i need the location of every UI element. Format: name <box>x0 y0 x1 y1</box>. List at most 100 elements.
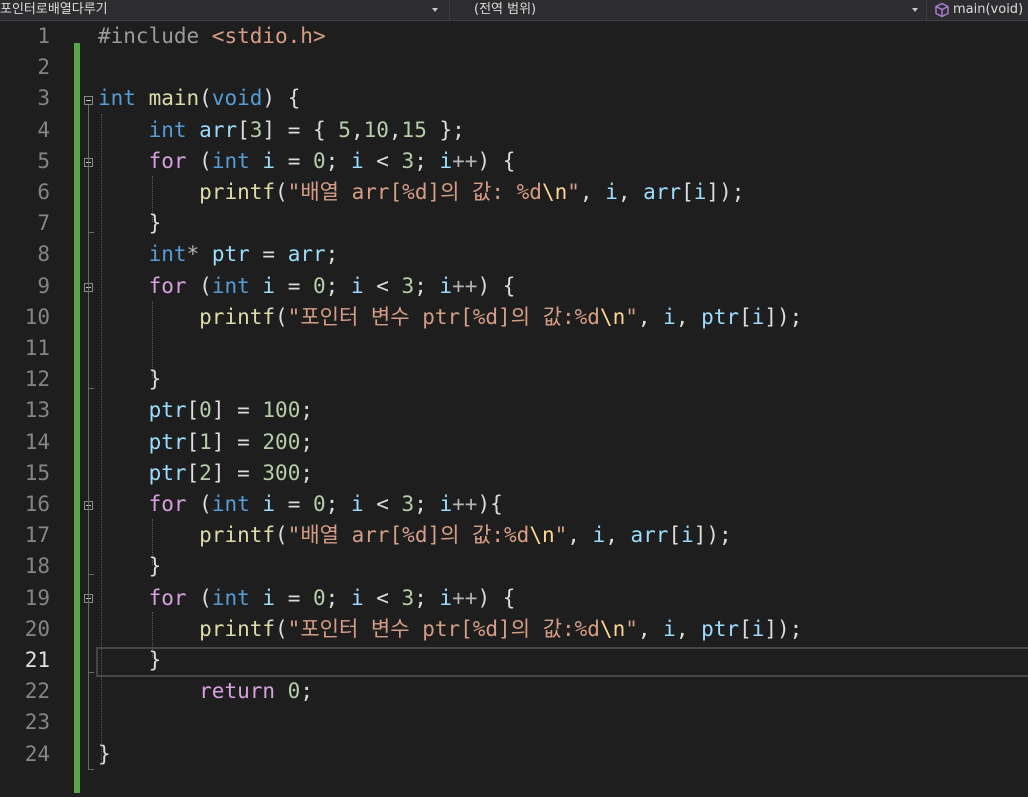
code-line[interactable]: 5 for (int i = 0; i < 3; i++) { <box>0 146 1028 177</box>
code-line[interactable]: 12 } <box>0 364 1028 395</box>
code-text[interactable]: for (int i = 0; i < 3; i++){ <box>98 489 503 520</box>
code-line[interactable]: 4 int arr[3] = { 5,10,15 }; <box>0 115 1028 146</box>
code-token: ; <box>414 585 440 610</box>
code-text[interactable]: printf("포인터 변수 ptr[%d]의 값:%d\n", i, ptr[… <box>98 614 802 645</box>
code-token: 1 <box>199 429 212 454</box>
code-text[interactable]: } <box>98 208 162 239</box>
code-line[interactable]: 24} <box>0 739 1028 770</box>
code-text[interactable]: for (int i = 0; i < 3; i++) { <box>98 583 516 614</box>
code-token: ( <box>275 180 288 204</box>
code-token: }; <box>426 117 465 142</box>
code-token: [ <box>739 616 752 641</box>
code-token: \n <box>541 180 568 204</box>
code-token: for <box>148 492 187 516</box>
code-token: ; <box>300 679 313 704</box>
code-token: ; <box>300 460 313 485</box>
code-text[interactable]: for (int i = 0; i < 3; i++) { <box>98 271 516 302</box>
scope-dropdown[interactable]: (전역 범위) <box>449 0 926 20</box>
code-token: i <box>439 148 453 173</box>
code-token: <stdio.h> <box>211 24 326 48</box>
code-token: ptr <box>701 616 740 641</box>
code-token: i <box>605 180 618 204</box>
code-token: 100 <box>262 398 301 423</box>
code-line[interactable]: 20 printf("포인터 변수 ptr[%d]의 값:%d\n", i, p… <box>0 614 1028 645</box>
code-line[interactable]: 8 int* ptr = arr; <box>0 239 1028 270</box>
code-token: int <box>211 148 250 173</box>
code-token: int <box>98 86 136 111</box>
code-token: ptr <box>701 304 740 329</box>
code-token: ( <box>275 523 288 548</box>
code-token: , <box>675 304 702 329</box>
code-text[interactable]: int* ptr = arr; <box>98 239 339 270</box>
code-token: ] = <box>211 429 263 454</box>
code-line[interactable]: 10 printf("포인터 변수 ptr[%d]의 값:%d\n", i, p… <box>0 302 1028 333</box>
code-token: main <box>148 86 200 111</box>
code-text[interactable]: for (int i = 0; i < 3; i++) { <box>98 146 516 177</box>
code-token: } <box>98 648 162 672</box>
line-number: 7 <box>37 211 50 236</box>
code-token: ptr <box>148 429 187 454</box>
line-number: 9 <box>37 273 50 298</box>
code-line[interactable]: 14 ptr[1] = 200; <box>0 427 1028 458</box>
code-text[interactable]: ptr[1] = 200; <box>98 427 313 458</box>
code-token: printf <box>199 616 276 641</box>
code-text[interactable]: } <box>98 645 162 676</box>
code-line[interactable]: 1 #include <stdio.h> <box>0 21 1028 52</box>
code-token: ) { <box>477 148 516 173</box>
code-text[interactable]: } <box>98 364 162 395</box>
code-token: int <box>148 242 187 267</box>
code-line[interactable]: 15 ptr[2] = 300; <box>0 458 1028 489</box>
code-line[interactable]: 13 ptr[0] = 100; <box>0 395 1028 426</box>
code-text[interactable]: int main(void) { <box>98 83 300 114</box>
code-token: ptr <box>211 242 250 267</box>
code-text[interactable]: printf("배열 arr[%d]의 값:%d\n", i, arr[i]); <box>98 520 732 551</box>
code-text[interactable]: } <box>98 551 162 582</box>
chevron-down-icon[interactable] <box>912 8 918 12</box>
code-text[interactable]: } <box>98 739 111 770</box>
line-number: 3 <box>37 86 50 111</box>
code-editor[interactable]: 1 #include <stdio.h> 2 3 int main(void) {4 i… <box>0 21 1028 797</box>
code-token: 300 <box>262 460 301 485</box>
navigation-bar: 포인터로배열다루기 (전역 범위) main(void) <box>0 0 1028 21</box>
code-token: i <box>350 585 364 610</box>
chevron-down-icon[interactable] <box>432 8 438 12</box>
code-text[interactable]: ptr[0] = 100; <box>98 395 313 426</box>
code-token: , <box>567 523 593 548</box>
code-line[interactable]: 11 <box>0 333 1028 364</box>
line-number: 14 <box>24 429 50 454</box>
code-line[interactable]: 3 int main(void) { <box>0 83 1028 114</box>
code-text[interactable]: printf("포인터 변수 ptr[%d]의 값:%d\n", i, ptr[… <box>98 302 802 333</box>
code-token: i <box>751 304 765 329</box>
code-text[interactable]: ptr[2] = 300; <box>98 458 313 489</box>
code-token: 3 <box>401 273 415 298</box>
code-line[interactable]: 2 <box>0 52 1028 83</box>
code-line[interactable]: 19 for (int i = 0; i < 3; i++) { <box>0 583 1028 614</box>
code-token: ){ <box>477 492 503 516</box>
code-line[interactable]: 17 printf("배열 arr[%d]의 값:%d\n", i, arr[i… <box>0 520 1028 551</box>
code-text[interactable]: return 0; <box>98 676 313 707</box>
code-line[interactable]: 16 for (int i = 0; i < 3; i++){ <box>0 489 1028 520</box>
code-token: ]); <box>764 616 803 641</box>
code-text[interactable]: int arr[3] = { 5,10,15 }; <box>98 115 465 146</box>
line-number: 22 <box>24 679 50 704</box>
code-line[interactable]: 9 for (int i = 0; i < 3; i++) { <box>0 271 1028 302</box>
code-token: [ <box>668 523 682 548</box>
member-dropdown[interactable]: main(void) <box>926 0 1028 20</box>
code-token: ++ <box>452 148 478 173</box>
code-line[interactable]: 6 printf("배열 arr[%d]의 값: %d\n", i, arr[i… <box>0 177 1028 208</box>
code-line[interactable]: 23 <box>0 707 1028 738</box>
code-text[interactable]: printf("배열 arr[%d]의 값: %d\n", i, arr[i])… <box>98 177 744 208</box>
code-token: ++ <box>452 273 478 298</box>
code-line[interactable]: 22 return 0; <box>0 676 1028 707</box>
code-token: i <box>663 304 676 329</box>
code-token: ; <box>325 148 351 173</box>
code-line[interactable]: 7 } <box>0 208 1028 239</box>
code-token: ; <box>414 148 440 173</box>
code-text[interactable]: #include <stdio.h> <box>98 21 326 52</box>
code-line[interactable]: 18 } <box>0 551 1028 582</box>
project-dropdown[interactable]: 포인터로배열다루기 <box>0 0 444 20</box>
code-line[interactable]: 21 } <box>0 645 1028 676</box>
